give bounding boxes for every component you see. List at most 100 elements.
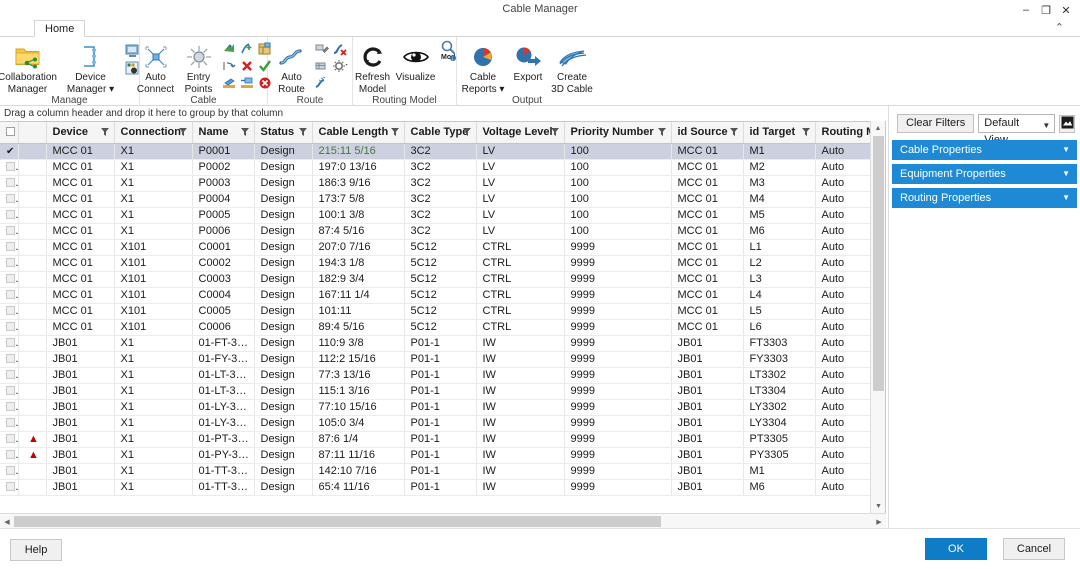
row-checkbox-cell[interactable]	[0, 287, 19, 304]
header-cable-type[interactable]: Cable Type	[404, 122, 477, 144]
row-checkbox[interactable]	[6, 433, 15, 443]
table-row[interactable]: MCC 01 X101 C0006 Design 89:4 5/16 5C12 CTRL 99…	[0, 319, 885, 336]
add-cable-icon[interactable]	[240, 42, 254, 59]
new-cable-icon[interactable]	[222, 42, 236, 59]
minimize-button[interactable]: –	[1016, 2, 1036, 18]
save-view-button[interactable]	[1059, 114, 1075, 133]
auto-route-button[interactable]: Auto Route	[272, 40, 312, 95]
table-row[interactable]: JB01 X1 01-TT-3102 Design 65:4 11/16 P01-1 IW 9…	[0, 479, 885, 496]
collaboration-manager-button[interactable]: Collaboration Manager	[0, 40, 59, 95]
header-connection[interactable]: Connection	[114, 122, 193, 144]
row-checkbox-cell[interactable]	[0, 159, 19, 176]
table-row[interactable]: JB01 X1 01-FT-3303 Design 110:9 3/8 P01-1 IW 99…	[0, 335, 885, 352]
row-checkbox-cell[interactable]	[0, 191, 19, 208]
row-checkbox[interactable]	[6, 401, 15, 411]
group-by-bar[interactable]: Drag a column header and drop it here to…	[0, 106, 886, 121]
table-row[interactable]: ✔ MCC 01 X1 P0001 Design 215:11 5/16 3C2 LV 100 M…	[0, 143, 885, 160]
unroute-icon[interactable]	[333, 42, 347, 59]
entry-points-button[interactable]: Entry Points	[179, 40, 219, 95]
table-row[interactable]: MCC 01 X101 C0002 Design 194:3 1/8 5C12 CTRL 99…	[0, 255, 885, 272]
table-row[interactable]: JB01 X1 01-TT-3101 Design 142:10 7/16 P01-1 IW…	[0, 463, 885, 480]
filter-icon-id-target[interactable]	[801, 127, 810, 139]
row-checkbox[interactable]	[6, 337, 15, 347]
row-checkbox-cell[interactable]	[0, 175, 19, 192]
row-checkbox-cell[interactable]	[0, 271, 19, 288]
row-checkbox[interactable]	[6, 161, 15, 171]
filter-icon-cable-length[interactable]	[390, 127, 399, 139]
row-checkbox[interactable]	[6, 305, 15, 315]
row-checkbox-cell[interactable]	[0, 399, 19, 416]
table-row[interactable]: JB01 X1 01-LT-3304 Design 115:1 3/16 P01-1 IW 9…	[0, 383, 885, 400]
table-row[interactable]: MCC 01 X101 C0005 Design 101:11 5C12 CTRL 9999 M…	[0, 303, 885, 320]
row-checkbox[interactable]	[6, 481, 15, 491]
ok-button[interactable]: OK	[925, 538, 987, 560]
table-row[interactable]: MCC 01 X1 P0006 Design 87:4 5/16 3C2 LV 100 MCC …	[0, 223, 885, 240]
table-row[interactable]: JB01 X1 01-FY-3303 Design 112:2 15/16 P01-1 IW…	[0, 351, 885, 368]
row-checkbox-cell[interactable]	[0, 207, 19, 224]
row-checkbox[interactable]	[6, 225, 15, 235]
table-row[interactable]: MCC 01 X101 C0001 Design 207:0 7/16 5C12 CTRL 9…	[0, 239, 885, 256]
row-checkbox-cell[interactable]	[0, 351, 19, 368]
filter-icon-voltage-level[interactable]	[550, 127, 559, 139]
row-checkbox-cell[interactable]	[0, 415, 19, 432]
tab-home[interactable]: Home	[34, 20, 86, 37]
export-button[interactable]: Export	[507, 40, 549, 84]
header-select-all[interactable]	[0, 122, 19, 144]
header-status[interactable]: Status	[254, 122, 313, 144]
create-3d-cable-button[interactable]: Create 3D Cable	[550, 40, 594, 95]
row-checkbox[interactable]	[6, 177, 15, 187]
import-cable-icon[interactable]	[222, 76, 236, 93]
header-name[interactable]: Name	[192, 122, 255, 144]
cancel-button[interactable]: Cancel	[1003, 538, 1065, 560]
header-cable-length[interactable]: Cable Length	[312, 122, 405, 144]
auto-connect-button[interactable]: Auto Connect	[134, 40, 178, 95]
collapse-ribbon-icon[interactable]: ⌃	[1055, 21, 1064, 34]
row-checkbox[interactable]	[6, 321, 15, 331]
help-button[interactable]: Help	[10, 539, 62, 561]
row-checkbox-cell[interactable]	[0, 223, 19, 240]
table-row[interactable]: ▲ JB01 X1 01-PY-3305 Design 87:11 11/16 P01-1 I…	[0, 447, 885, 464]
header-device[interactable]: Device	[46, 122, 115, 144]
scroll-right-arrow[interactable]: ▶	[872, 514, 886, 529]
row-checkbox[interactable]	[6, 449, 15, 459]
visualize-button[interactable]: Visualize	[395, 40, 437, 84]
undo-cable-icon[interactable]	[222, 59, 236, 76]
row-checkbox-cell[interactable]	[0, 463, 19, 480]
table-row[interactable]: MCC 01 X1 P0005 Design 100:1 3/8 3C2 LV 100 MCC …	[0, 207, 885, 224]
filter-icon-connection[interactable]	[178, 127, 187, 139]
select-all-checkbox[interactable]	[6, 126, 15, 136]
row-checkbox-cell[interactable]	[0, 303, 19, 320]
header-id-source[interactable]: id Source	[671, 122, 744, 144]
row-checkbox[interactable]	[6, 241, 15, 251]
route-settings-icon[interactable]	[332, 59, 348, 76]
reroute-icon[interactable]	[315, 76, 329, 93]
section-cable-properties[interactable]: Cable Properties ▼	[892, 140, 1077, 160]
scroll-up-arrow[interactable]: ▲	[871, 121, 885, 135]
grid-vertical-scrollbar[interactable]: ▲ ▼	[870, 121, 885, 513]
filter-icon-status[interactable]	[298, 127, 307, 139]
view-select[interactable]: Default View ▼	[978, 114, 1056, 146]
row-checkbox[interactable]	[6, 465, 15, 475]
row-checkbox[interactable]	[6, 273, 15, 283]
row-checkbox[interactable]	[6, 417, 15, 427]
vertical-scroll-thumb[interactable]	[873, 136, 884, 391]
row-checkbox-cell[interactable]	[0, 335, 19, 352]
table-row[interactable]: JB01 X1 01-LT-3302 Design 77:3 13/16 P01-1 IW 9…	[0, 367, 885, 384]
grid-horizontal-scrollbar[interactable]: ◀ ▶	[0, 513, 886, 528]
route-table-icon[interactable]	[315, 59, 329, 76]
section-routing-properties[interactable]: Routing Properties ▼	[892, 188, 1077, 208]
close-button[interactable]: ✕	[1056, 2, 1076, 18]
filter-icon-priority-number[interactable]	[657, 127, 666, 139]
row-checkbox-cell[interactable]	[0, 479, 19, 496]
row-checkbox[interactable]	[6, 353, 15, 363]
edit-route-icon[interactable]	[315, 42, 329, 59]
row-checkbox-cell[interactable]: ✔	[0, 143, 19, 160]
row-checkbox-checked[interactable]: ✔	[6, 146, 14, 157]
row-checkbox-cell[interactable]	[0, 431, 19, 448]
cable-reports-button[interactable]: Cable Reports ▾	[460, 40, 506, 95]
row-checkbox[interactable]	[6, 209, 15, 219]
table-row[interactable]: ▲ JB01 X1 01-PT-3305 Design 87:6 1/4 P01-1 IW 99…	[0, 431, 885, 448]
export-cable-icon[interactable]	[240, 76, 254, 93]
table-row[interactable]: MCC 01 X1 P0003 Design 186:3 9/16 3C2 LV 100 MCC…	[0, 175, 885, 192]
table-row[interactable]: MCC 01 X1 P0004 Design 173:7 5/8 3C2 LV 100 MCC …	[0, 191, 885, 208]
